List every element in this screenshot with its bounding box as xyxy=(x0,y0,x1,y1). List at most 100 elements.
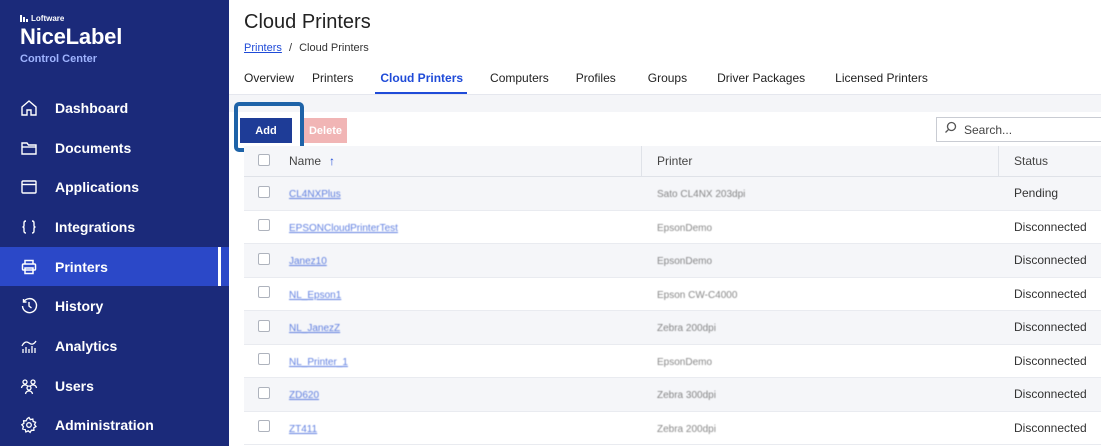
tab-bar: Overview Printers Cloud Printers Compute… xyxy=(244,66,940,94)
printer-cell: EpsonDemo xyxy=(642,253,999,267)
brand-small: Loftware xyxy=(20,14,229,23)
row-checkbox[interactable] xyxy=(258,252,270,265)
row-checkbox[interactable] xyxy=(258,353,270,366)
printer-cell: EpsonDemo xyxy=(642,220,999,234)
printer-model: EpsonDemo xyxy=(657,222,713,234)
status-cell: Disconnected xyxy=(1014,387,1087,402)
toolbar: Add Delete xyxy=(229,102,1101,152)
brand-logo[interactable]: Loftware NiceLabel Control Center xyxy=(0,0,229,88)
printer-cell: EpsonDemo xyxy=(642,354,999,368)
breadcrumb-link-printers[interactable]: Printers xyxy=(244,42,282,54)
breadcrumb-current: Cloud Printers xyxy=(299,42,369,54)
row-select-cell xyxy=(244,286,289,301)
row-checkbox[interactable] xyxy=(258,185,270,198)
printer-name-link[interactable]: NL_JanezZ xyxy=(289,323,340,334)
sidebar-item-label: Applications xyxy=(55,179,140,196)
printer-cell: Zebra 300dpi xyxy=(642,387,999,401)
printer-name-link[interactable]: ZD620 xyxy=(289,390,319,401)
select-all-checkbox[interactable] xyxy=(258,153,270,166)
tab-profiles[interactable]: Profiles xyxy=(561,66,628,94)
sidebar-item-printers[interactable]: Printers xyxy=(0,246,229,287)
sidebar-item-applications[interactable]: Applications xyxy=(0,167,229,207)
sidebar: Loftware NiceLabel Control Center Dashbo… xyxy=(0,0,229,446)
row-checkbox[interactable] xyxy=(258,420,270,433)
tab-licensed-printers[interactable]: Licensed Printers xyxy=(817,66,940,94)
column-header-name[interactable]: Name ↑ xyxy=(289,145,642,177)
row-checkbox[interactable] xyxy=(258,319,270,332)
name-cell: NL_Printer_1 xyxy=(289,354,642,368)
breadcrumb: Printers / Cloud Printers xyxy=(244,42,369,54)
delete-button[interactable]: Delete xyxy=(304,118,347,143)
search-box[interactable] xyxy=(936,117,1101,142)
name-cell: Janez10 xyxy=(289,253,642,267)
status-cell: Disconnected xyxy=(1014,253,1087,268)
table-row: Janez10 EpsonDemo Disconnected xyxy=(244,244,1101,278)
table-row: NL_Epson1 Epson CW-C4000 Disconnected xyxy=(244,278,1101,311)
row-checkbox[interactable] xyxy=(258,386,270,399)
name-cell: ZT411 xyxy=(289,421,642,435)
tab-cloud-printers[interactable]: Cloud Printers xyxy=(365,66,475,94)
status-cell: Disconnected xyxy=(1014,320,1087,335)
tab-driver-packages[interactable]: Driver Packages xyxy=(699,66,817,94)
braces-icon xyxy=(20,218,38,236)
sidebar-item-documents[interactable]: Documents xyxy=(0,128,229,168)
printer-name-link[interactable]: CL4NXPlus xyxy=(289,189,341,200)
table-header-row: Name ↑ Printer Status xyxy=(244,145,1101,177)
printer-name-link[interactable]: EPSONCloudPrinterTest xyxy=(289,223,398,234)
table-row: NL_Printer_1 EpsonDemo Disconnected xyxy=(244,345,1101,378)
column-header-printer[interactable]: Printer xyxy=(642,145,999,177)
row-checkbox[interactable] xyxy=(258,286,270,299)
users-icon xyxy=(20,377,38,395)
select-all-cell xyxy=(244,153,289,169)
sidebar-item-integrations[interactable]: Integrations xyxy=(0,207,229,247)
sidebar-item-dashboard[interactable]: Dashboard xyxy=(0,88,229,128)
sort-ascending-icon: ↑ xyxy=(329,154,336,168)
sidebar-item-analytics[interactable]: Analytics xyxy=(0,326,229,366)
printer-model: Epson CW-C4000 xyxy=(657,289,738,301)
tab-computers[interactable]: Computers xyxy=(475,66,561,94)
add-button[interactable]: Add xyxy=(240,118,292,143)
sidebar-item-users[interactable]: Users xyxy=(0,366,229,406)
breadcrumb-separator: / xyxy=(288,42,293,54)
search-icon xyxy=(944,121,957,139)
tab-overview[interactable]: Overview xyxy=(244,66,306,94)
row-select-cell xyxy=(244,319,289,335)
analytics-icon xyxy=(20,337,38,355)
name-cell: NL_JanezZ xyxy=(289,320,642,334)
printer-name-link[interactable]: NL_Printer_1 xyxy=(289,357,348,368)
brand-name: NiceLabel xyxy=(20,24,123,49)
folder-icon xyxy=(20,139,38,157)
status-cell: Pending xyxy=(1014,186,1059,201)
window-icon xyxy=(20,178,38,196)
sidebar-nav: Dashboard Documents Applications Integra… xyxy=(0,88,229,445)
sidebar-item-label: Integrations xyxy=(55,218,136,235)
row-select-cell xyxy=(244,252,289,268)
printer-name-link[interactable]: Janez10 xyxy=(289,256,327,267)
table-row: EPSONCloudPrinterTest EpsonDemo Disconne… xyxy=(244,211,1101,244)
content-band xyxy=(229,95,1101,112)
sidebar-item-label: Documents xyxy=(55,139,132,156)
name-cell: CL4NXPlus xyxy=(289,186,642,200)
row-checkbox[interactable] xyxy=(258,219,270,232)
tab-printers[interactable]: Printers xyxy=(306,66,365,94)
tab-groups[interactable]: Groups xyxy=(628,66,699,94)
column-header-status[interactable]: Status xyxy=(999,154,1101,168)
table-row: CL4NXPlus Sato CL4NX 203dpi Pending xyxy=(244,177,1101,211)
name-cell: NL_Epson1 xyxy=(289,287,642,301)
printer-model: Sato CL4NX 203dpi xyxy=(657,189,746,201)
row-select-cell xyxy=(244,353,289,368)
search-input[interactable] xyxy=(964,122,1084,137)
row-select-cell xyxy=(244,185,289,201)
printer-name-link[interactable]: NL_Epson1 xyxy=(289,290,341,301)
printer-model: Zebra 200dpi xyxy=(657,423,716,435)
table-row: ZT411 Zebra 200dpi Disconnected xyxy=(244,412,1101,445)
brand-subtitle: Control Center xyxy=(20,53,97,65)
home-icon xyxy=(20,99,38,117)
printer-name-link[interactable]: ZT411 xyxy=(289,424,317,435)
sidebar-item-administration[interactable]: Administration xyxy=(0,406,229,446)
sidebar-item-history[interactable]: History xyxy=(0,286,229,326)
sidebar-item-label: Dashboard xyxy=(55,99,129,116)
status-cell: Disconnected xyxy=(1014,286,1087,301)
printer-model: Zebra 300dpi xyxy=(657,390,716,402)
printer-cell: Zebra 200dpi xyxy=(642,421,999,435)
